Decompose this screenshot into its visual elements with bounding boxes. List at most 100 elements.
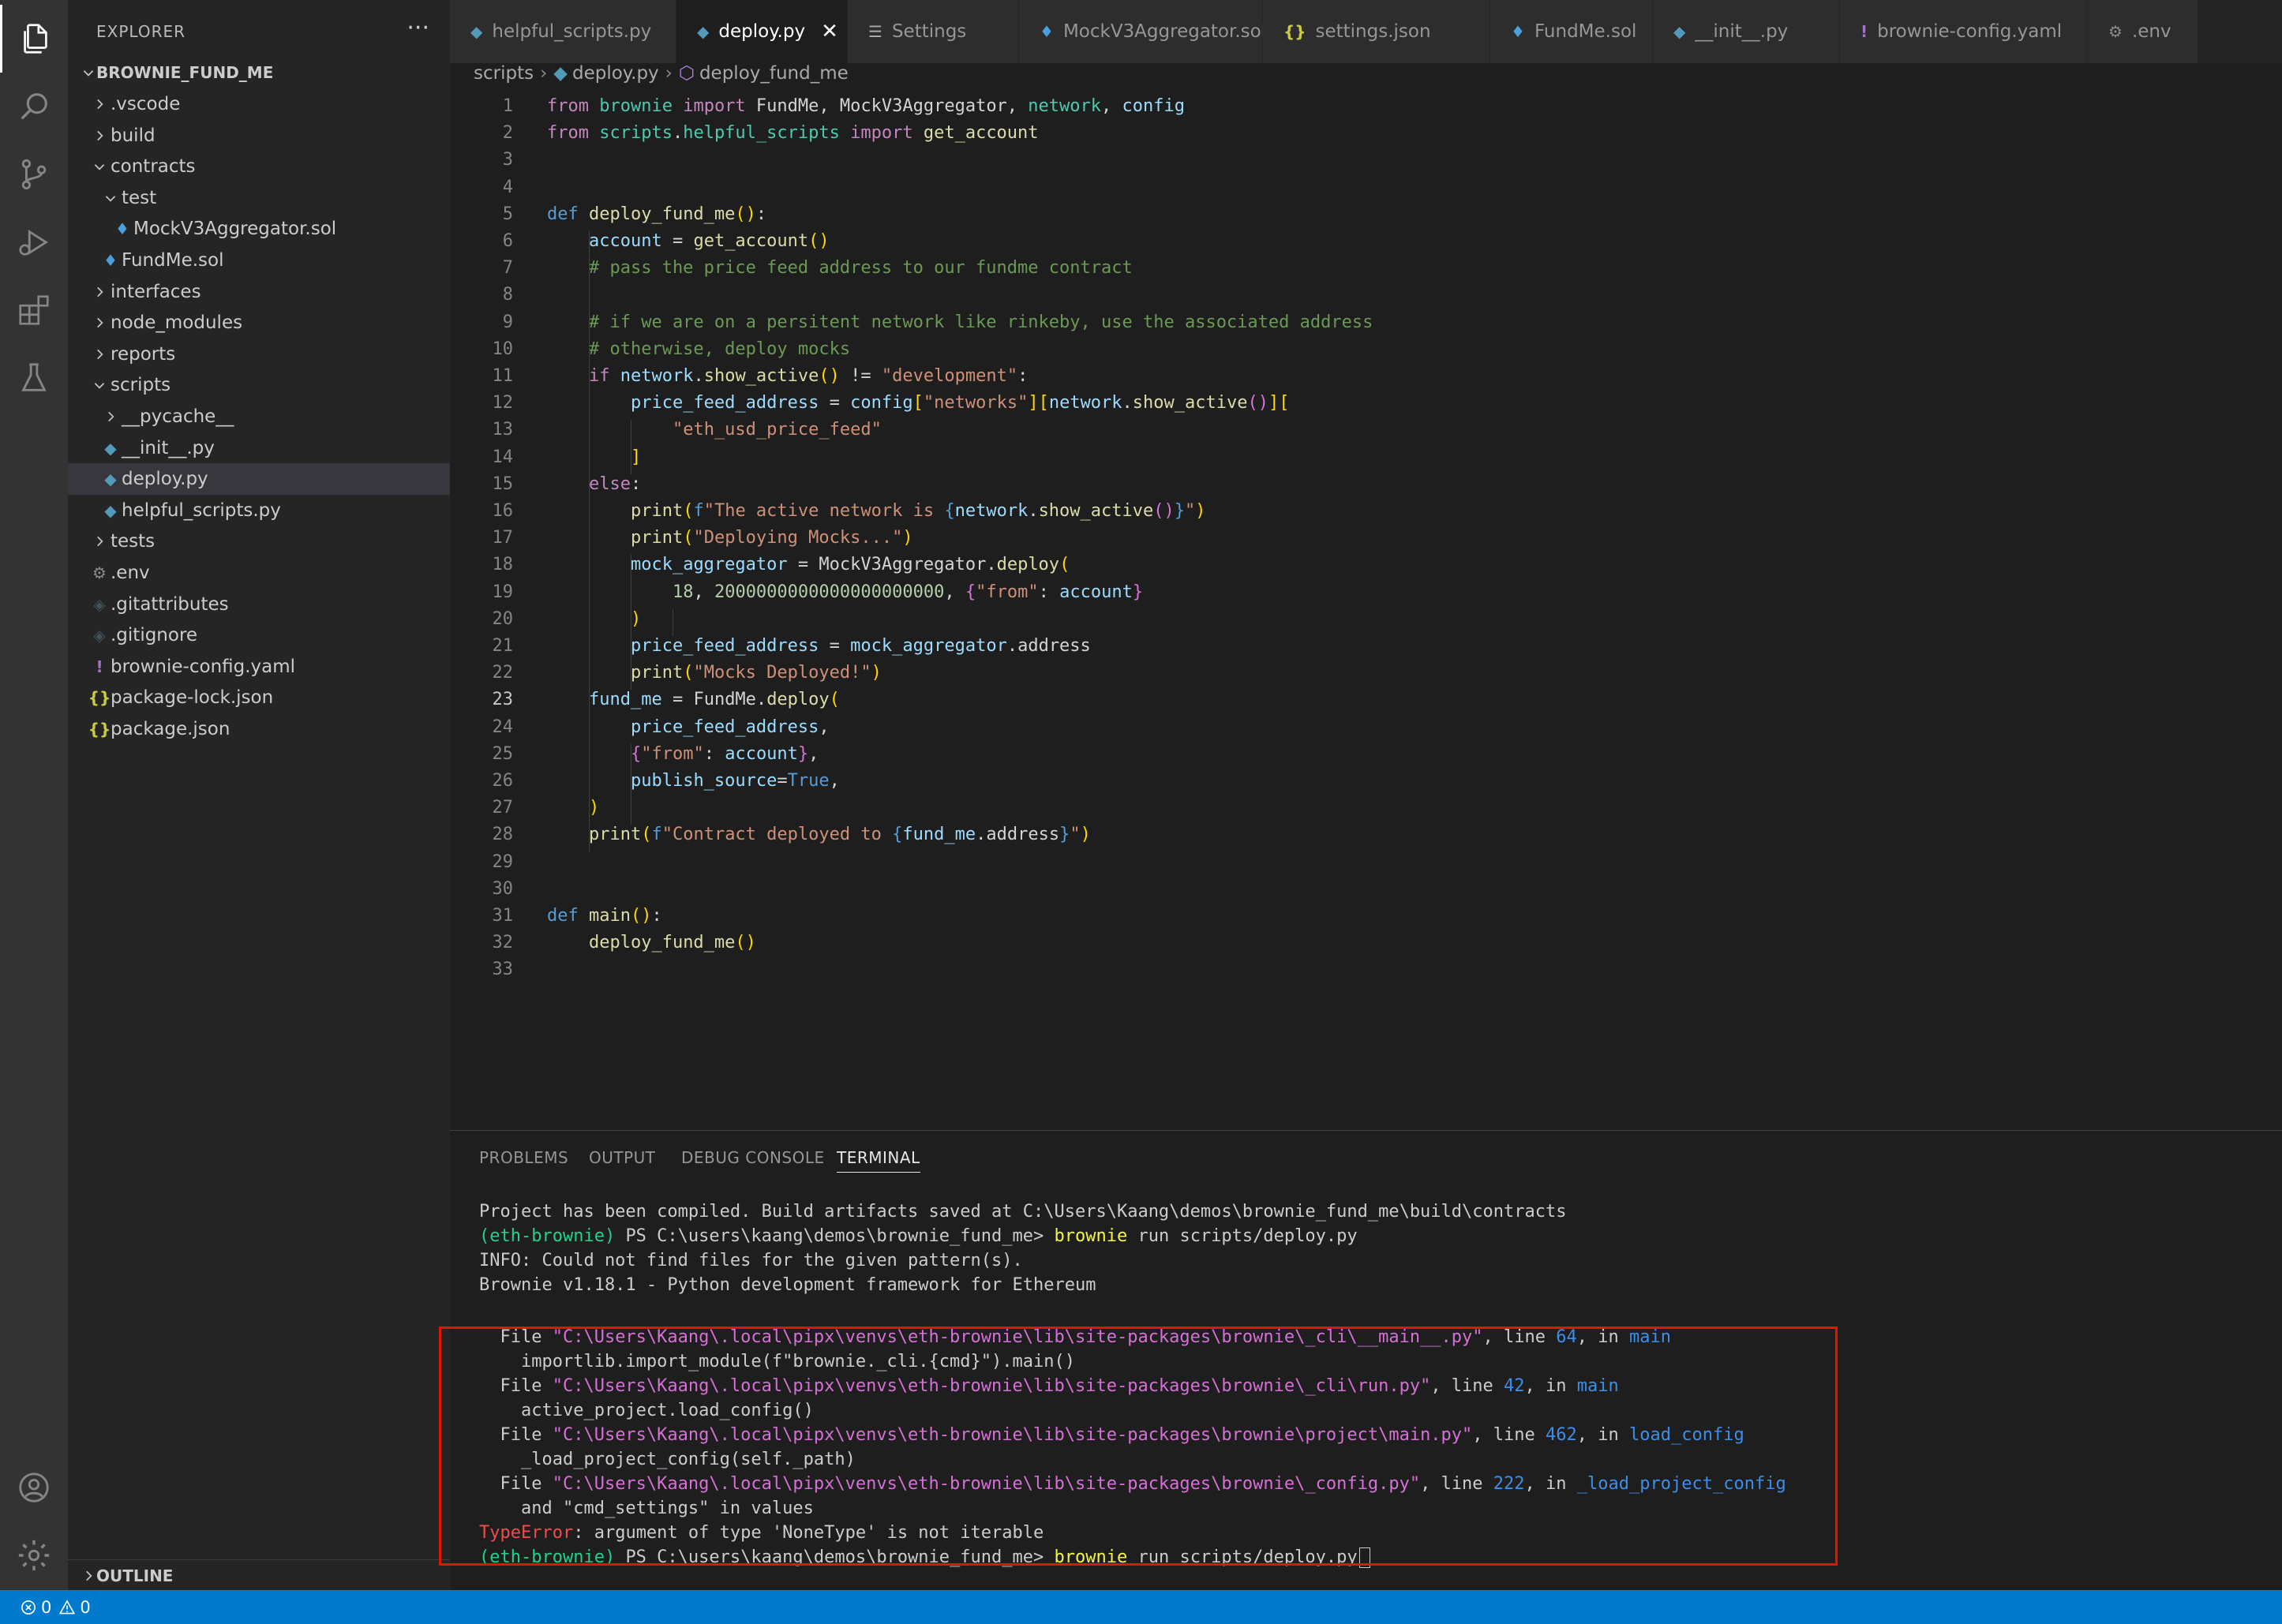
tree-item-label: .gitattributes (111, 593, 229, 615)
code-line[interactable]: print(f"The active network is {network.s… (547, 501, 1206, 521)
code-token: } (1132, 582, 1144, 602)
tree-item-env[interactable]: ⚙ .env (68, 557, 450, 589)
code-line[interactable]: # pass the price feed address to our fun… (547, 258, 1133, 278)
line-number: 33 (492, 960, 514, 980)
code-line[interactable]: from brownie import FundMe, MockV3Aggreg… (547, 96, 1185, 116)
tree-item-gitignore[interactable]: ◈ .gitignore (68, 619, 450, 651)
git-file-icon: ◈ (93, 594, 106, 614)
tab-debug-console[interactable]: DEBUG CONSOLE (681, 1143, 825, 1172)
code-token: "The active network is (703, 501, 945, 521)
code-line[interactable]: print(f"Contract deployed to {fund_me.ad… (547, 825, 1091, 844)
tab-mockv3aggregator-sol[interactable]: ♦ MockV3Aggregator.sol (1019, 0, 1266, 63)
breadcrumb-folder[interactable]: scripts (474, 63, 534, 84)
code-line[interactable]: from scripts.helpful_scripts import get_… (547, 123, 1039, 143)
tree-item-contracts[interactable]: contracts (68, 151, 450, 182)
code-token: ( (683, 663, 694, 683)
tree-item-label: scripts (111, 375, 171, 396)
settings-gear-icon[interactable] (0, 1521, 68, 1589)
code-editor[interactable]: 1 from brownie import FundMe, MockV3Aggre… (450, 85, 2282, 1127)
close-icon[interactable]: ✕ (821, 20, 838, 43)
tree-item-scripts[interactable]: scripts (68, 369, 450, 401)
breadcrumb-symbol[interactable]: deploy_fund_me (699, 63, 849, 84)
python-file-icon: ◆ (104, 500, 117, 520)
tree-item-mockv3aggregator-sol[interactable]: ♦ MockV3Aggregator.sol (68, 213, 450, 245)
run-debug-icon[interactable] (0, 208, 68, 276)
tree-item-helpful-scripts-py[interactable]: ◆ helpful_scripts.py (68, 495, 450, 526)
tree-item-build[interactable]: build (68, 120, 450, 152)
code-line[interactable]: ) (547, 798, 599, 818)
code-line[interactable]: {"from": account}, (547, 744, 819, 764)
code-line[interactable]: def deploy_fund_me(): (547, 204, 766, 224)
code-line[interactable]: deploy_fund_me() (547, 933, 756, 952)
code-line[interactable]: def main(): (547, 906, 662, 926)
code-line[interactable]: mock_aggregator = MockV3Aggregator.deplo… (547, 555, 1070, 574)
search-icon[interactable] (0, 73, 68, 140)
extensions-icon[interactable] (0, 276, 68, 344)
code-line[interactable]: price_feed_address = config["networks"][… (547, 393, 1290, 413)
code-line[interactable]: if network.show_active() != "development… (547, 366, 1028, 386)
tab-output[interactable]: OUTPUT (589, 1143, 656, 1172)
code-line[interactable]: fund_me = FundMe.deploy( (547, 690, 840, 709)
tab-fundme-sol[interactable]: ♦ FundMe.sol (1490, 0, 1653, 63)
tab-settings[interactable]: ☰ Settings (848, 0, 1019, 63)
tree-item-label: .env (111, 563, 150, 583)
more-actions-icon[interactable]: ··· (407, 0, 429, 63)
tab-env[interactable]: ⚙ .env (2088, 0, 2198, 63)
tree-item-gitattributes[interactable]: ◈ .gitattributes (68, 589, 450, 620)
testing-icon[interactable] (0, 344, 68, 412)
files-icon[interactable] (0, 5, 68, 73)
tree-item-label: .vscode (111, 94, 181, 114)
tree-item-package-lock-json[interactable]: {} package-lock.json (68, 682, 450, 713)
explorer-root-folder[interactable]: BROWNIE_FUND_ME (68, 57, 450, 88)
tree-item-label: package-lock.json (111, 687, 274, 709)
chevron-down-icon (101, 182, 120, 214)
tree-item-reports[interactable]: reports (68, 339, 450, 370)
tab-init-py[interactable]: ◆ __init__.py (1653, 0, 1840, 63)
code-line[interactable]: print("Mocks Deployed!") (547, 663, 882, 683)
tree-item-label: .gitignore (111, 625, 198, 646)
tab-brownie-config-yaml[interactable]: ! brownie-config.yaml (1840, 0, 2088, 63)
tree-item-fundme-sol[interactable]: ♦ FundMe.sol (68, 245, 450, 276)
tree-item-vscode[interactable]: .vscode (68, 88, 450, 120)
tree-item-deploy-py[interactable]: ◆ deploy.py (68, 463, 450, 496)
tree-item-package-json[interactable]: {} package.json (68, 713, 450, 745)
code-line[interactable]: publish_source=True, (547, 771, 840, 791)
tree-item-brownie-config-yaml[interactable]: ! brownie-config.yaml (68, 651, 450, 683)
tab-settings-json[interactable]: {} settings.json (1263, 0, 1490, 63)
code-line[interactable]: # if we are on a persitent network like … (547, 312, 1373, 332)
problems-status[interactable]: 0 0 (21, 1598, 91, 1617)
tree-item-label: brownie-config.yaml (111, 656, 296, 677)
tree-item-test[interactable]: test (68, 182, 450, 214)
tab-helpful-scripts-py[interactable]: ◆ helpful_scripts.py (450, 0, 676, 63)
line-number: 21 (492, 636, 514, 656)
code-token: () (1247, 393, 1269, 413)
code-token: () (735, 204, 756, 224)
code-line[interactable]: else: (547, 474, 641, 494)
tree-item-tests[interactable]: tests (68, 526, 450, 557)
code-line[interactable]: ] (547, 447, 641, 467)
tree-item-interfaces[interactable]: interfaces (68, 276, 450, 308)
code-line[interactable]: print("Deploying Mocks...") (547, 528, 913, 548)
code-line[interactable]: # otherwise, deploy mocks (547, 339, 850, 359)
code-line[interactable]: 18, 2000000000000000000000, {"from": acc… (547, 582, 1143, 602)
breadcrumb-file[interactable]: deploy.py (572, 63, 659, 84)
chevron-right-icon (90, 120, 109, 152)
python-file-icon: ◆ (470, 22, 483, 41)
code-line[interactable]: "eth_usd_price_feed" (547, 420, 882, 440)
outline-section[interactable]: OUTLINE (68, 1559, 450, 1592)
tree-item-init-py[interactable]: ◆ __init__.py (68, 432, 450, 464)
line-number: 16 (492, 501, 514, 521)
code-token: . (672, 123, 684, 144)
tab-problems[interactable]: PROBLEMS (479, 1143, 568, 1172)
code-token: = (777, 771, 788, 791)
code-token: { (965, 582, 976, 602)
tree-item-pycache[interactable]: __pycache__ (68, 401, 450, 432)
account-icon[interactable] (0, 1454, 68, 1521)
tab-terminal[interactable]: TERMINAL (837, 1143, 920, 1173)
code-line[interactable]: ) (547, 609, 641, 629)
code-token: [ (912, 393, 924, 413)
source-control-icon[interactable] (0, 140, 68, 208)
tree-item-node-modules[interactable]: node_modules (68, 307, 450, 339)
code-line[interactable]: price_feed_address = mock_aggregator.add… (547, 636, 1091, 656)
tab-deploy-py[interactable]: ◆ deploy.py ✕ (676, 0, 848, 63)
